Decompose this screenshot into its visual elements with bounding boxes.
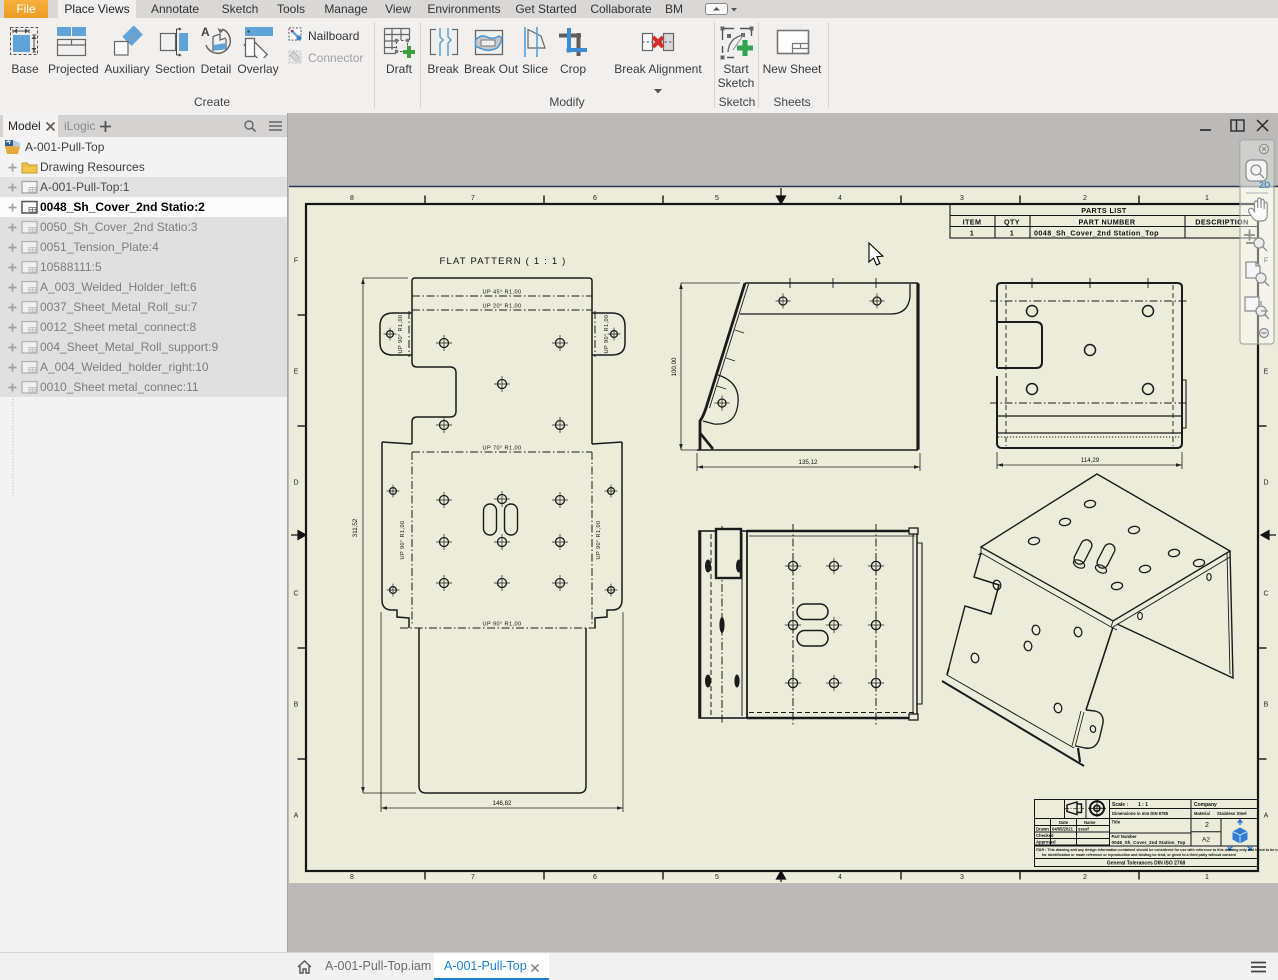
svg-text:8: 8	[350, 874, 354, 881]
svg-text:1 : 1: 1 : 1	[1138, 802, 1148, 808]
svg-text:Name: Name	[1084, 820, 1096, 825]
svg-text:1: 1	[1010, 229, 1014, 238]
svg-text:F: F	[294, 258, 298, 265]
svg-text:1: 1	[1205, 195, 1209, 202]
svg-text:UP 90° R1,00: UP 90° R1,00	[400, 521, 406, 560]
svg-text:for identification or made ref: for identification or made reference or …	[1042, 853, 1237, 857]
svg-text:UP 90° R1,00: UP 90° R1,00	[398, 315, 404, 354]
svg-text:UP 90° R1,00: UP 90° R1,00	[596, 521, 602, 560]
svg-text:100,00: 100,00	[671, 357, 678, 376]
svg-text:UP 20° R1,00: UP 20° R1,00	[483, 304, 522, 310]
svg-text:6: 6	[593, 195, 597, 202]
svg-text:PART NUMBER: PART NUMBER	[1079, 218, 1136, 227]
svg-text:0048_Sh_Cover_2nd Station_Top: 0048_Sh_Cover_2nd Station_Top	[1034, 229, 1159, 238]
svg-text:C: C	[293, 591, 298, 598]
svg-text:135,12: 135,12	[799, 459, 818, 466]
svg-text:ITAR : This drawing and any de: ITAR : This drawing and any design infor…	[1036, 848, 1278, 852]
svg-text:ITEM: ITEM	[963, 218, 982, 227]
svg-text:UP 45° R1,00: UP 45° R1,00	[483, 290, 522, 296]
svg-text:D: D	[293, 480, 298, 487]
svg-text:E: E	[294, 369, 299, 376]
svg-text:Material: Material	[1194, 811, 1210, 816]
svg-text:A: A	[294, 813, 299, 820]
svg-text:Stainless Steel: Stainless Steel	[1217, 811, 1247, 816]
svg-text:Part Number: Part Number	[1112, 834, 1138, 839]
svg-text:311,52: 311,52	[352, 518, 359, 537]
svg-text:Drawn: Drawn	[1036, 827, 1049, 832]
svg-text:C: C	[1263, 591, 1268, 598]
svg-text:1: 1	[1205, 874, 1209, 881]
svg-text:3: 3	[960, 874, 964, 881]
svg-text:2: 2	[1083, 195, 1087, 202]
svg-text:A2: A2	[1202, 837, 1210, 844]
svg-text:FLAT PATTERN ( 1 : 1 ): FLAT PATTERN ( 1 : 1 )	[439, 256, 566, 267]
svg-text:E: E	[1264, 369, 1269, 376]
svg-text:3: 3	[960, 195, 964, 202]
svg-text:4: 4	[838, 874, 842, 881]
svg-text:Date: Date	[1059, 820, 1069, 825]
svg-text:Scale :: Scale :	[1112, 802, 1128, 808]
svg-text:5: 5	[715, 195, 719, 202]
svg-text:D: D	[1263, 480, 1268, 487]
svg-text:Title: Title	[1112, 820, 1121, 825]
svg-text:Checked: Checked	[1036, 833, 1054, 838]
svg-text:5: 5	[715, 874, 719, 881]
svg-text:2D: 2D	[1259, 180, 1271, 190]
svg-text:UP 70° R1,00: UP 70° R1,00	[483, 446, 522, 452]
svg-text:7: 7	[471, 874, 475, 881]
svg-text:2: 2	[1083, 874, 1087, 881]
svg-text:PARTS LIST: PARTS LIST	[1081, 206, 1127, 215]
svg-text:ssssf: ssssf	[1078, 827, 1089, 832]
svg-text:General Tolerances DIN ISO 276: General Tolerances DIN ISO 2768	[1107, 861, 1186, 867]
svg-text:4: 4	[838, 195, 842, 202]
svg-text:2: 2	[1205, 822, 1209, 829]
svg-text:1: 1	[970, 229, 974, 238]
svg-text:Approved: Approved	[1036, 840, 1056, 845]
svg-text:QTY: QTY	[1004, 218, 1020, 227]
svg-text:0048_Sh_Cover_2nd Station_Top: 0048_Sh_Cover_2nd Station_Top	[1112, 840, 1186, 845]
svg-text:UP 90° R1,00: UP 90° R1,00	[483, 622, 522, 628]
svg-text:7: 7	[471, 195, 475, 202]
svg-text:Dimensions in mm DIN 8785: Dimensions in mm DIN 8785	[1112, 811, 1169, 816]
svg-text:A: A	[201, 26, 210, 39]
svg-text:B: B	[294, 702, 299, 709]
svg-text:Company: Company	[1194, 802, 1217, 808]
svg-text:04/05/2021: 04/05/2021	[1052, 827, 1074, 832]
svg-text:A: A	[1264, 813, 1269, 820]
svg-text:6: 6	[593, 874, 597, 881]
svg-text:146,82: 146,82	[493, 800, 512, 807]
svg-text:B: B	[1264, 702, 1269, 709]
svg-text:8: 8	[350, 195, 354, 202]
svg-text:114,29: 114,29	[1081, 457, 1100, 464]
